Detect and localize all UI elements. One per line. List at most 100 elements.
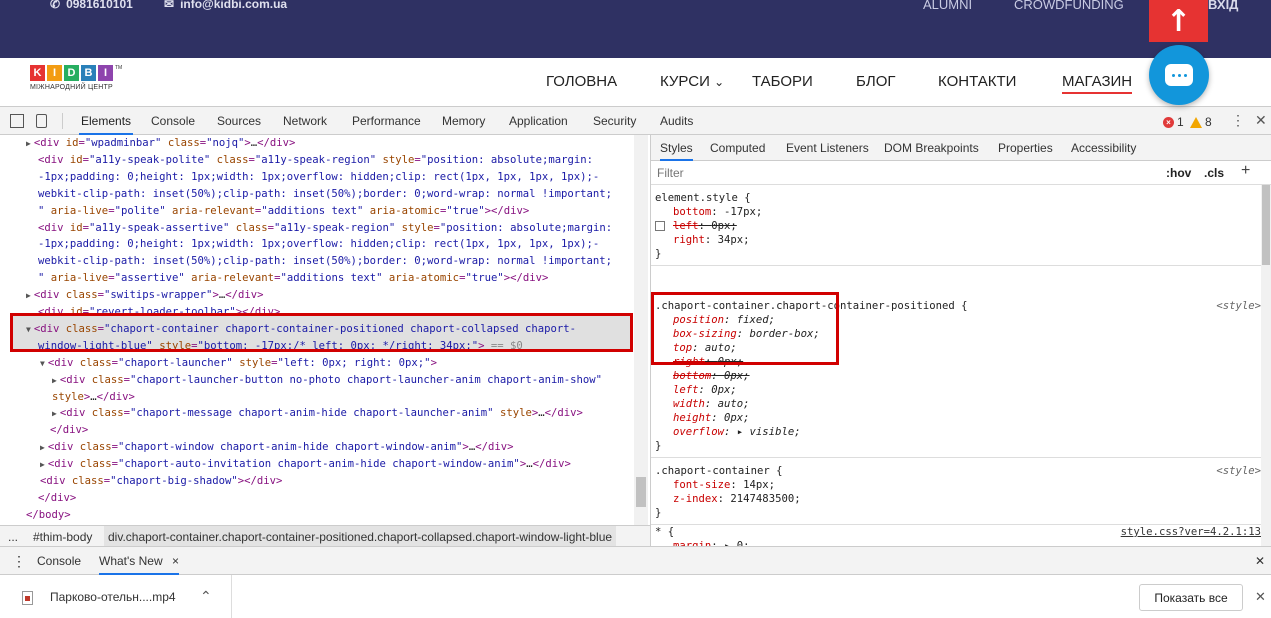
dom-node-line[interactable]: style>…</div>	[52, 389, 135, 406]
nav-courses[interactable]: КУРСИ ⌄	[660, 73, 724, 90]
top-link-login[interactable]: ВХІД	[1208, 0, 1238, 12]
drawer-tab-close-icon[interactable]: ×	[172, 554, 179, 568]
style-declaration[interactable]: width: auto;	[651, 397, 1261, 411]
dom-node-line[interactable]: </body>	[26, 507, 71, 524]
tab-performance[interactable]: Performance	[350, 107, 423, 135]
nav-home[interactable]: ГОЛОВНА	[546, 73, 617, 90]
dom-node-line[interactable]: ▶ <div class="chaport-message chaport-ani…	[52, 405, 583, 423]
style-declaration[interactable]: right: 34px;	[651, 233, 1261, 247]
style-declaration[interactable]: height: 0px;	[651, 411, 1261, 425]
elements-scrollbar[interactable]	[634, 135, 648, 525]
tab-audits[interactable]: Audits	[658, 107, 695, 135]
tab-memory[interactable]: Memory	[440, 107, 487, 135]
tab-security[interactable]: Security	[591, 107, 638, 135]
dom-node-line[interactable]: ▶ <div class="chaport-launcher-button no-…	[52, 372, 602, 390]
dom-node-line[interactable]: </div>	[50, 422, 88, 439]
tab-application[interactable]: Application	[507, 107, 570, 135]
add-rule-icon[interactable]: +	[1241, 162, 1250, 180]
chevron-up-icon[interactable]: ⌃	[200, 588, 212, 605]
property-value[interactable]: -17px;	[724, 206, 762, 218]
style-declaration[interactable]: font-size: 14px;	[651, 478, 1261, 492]
class-toggle[interactable]: .cls	[1204, 166, 1224, 180]
property-name[interactable]: left	[673, 220, 699, 232]
tab-styles[interactable]: Styles	[660, 135, 693, 161]
property-value[interactable]: 34px;	[718, 234, 750, 246]
chat-launcher-button[interactable]	[1149, 45, 1209, 105]
dom-node-line[interactable]: ▶ <div class="switips-wrapper">…</div>	[26, 287, 264, 305]
dom-node-line[interactable]: <div id="a11y-speak-polite" class="a11y-…	[38, 152, 593, 169]
property-name[interactable]: width	[673, 398, 705, 410]
breadcrumb-ellipsis[interactable]: ...	[8, 526, 18, 548]
tab-elements[interactable]: Elements	[79, 107, 134, 135]
tab-event-listeners[interactable]: Event Listeners	[786, 135, 869, 161]
breadcrumb-thim-body[interactable]: #thim-body	[33, 526, 92, 548]
top-link-alumni[interactable]: ALUMNI	[923, 0, 972, 12]
property-value[interactable]: 0px;	[724, 370, 750, 382]
expand-arrow-icon[interactable]: ▶	[26, 139, 31, 148]
dom-node-line[interactable]: ▶ <div class="chaport-auto-invitation cha…	[40, 456, 571, 474]
expand-arrow-icon[interactable]: ▶	[40, 460, 45, 469]
kidbi-logo[interactable]: K I D B I TM МІЖНАРОДНИЙ ЦЕНТР	[30, 65, 140, 99]
dom-node-line[interactable]: " aria-live="polite" aria-relevant="addi…	[38, 203, 529, 220]
rule-source-link[interactable]: style.css?ver=4.2.1:13	[1121, 525, 1261, 539]
download-item[interactable]: Парково-отельн....mp4 ⌃	[0, 575, 232, 618]
tab-network[interactable]: Network	[281, 107, 329, 135]
style-declaration[interactable]: bottom: -17px;	[651, 205, 1261, 219]
rule-selector[interactable]: .chaport-container {	[651, 464, 1261, 478]
rule-source-link[interactable]: <style>	[1216, 299, 1261, 313]
phone-contact[interactable]: ✆ 0981610101	[50, 0, 133, 11]
styles-filter-input[interactable]	[657, 165, 1157, 181]
warning-count-badge[interactable]: 8	[1190, 115, 1212, 129]
property-value[interactable]: 0px;	[711, 220, 737, 232]
style-declaration[interactable]: z-index: 2147483500;	[651, 492, 1261, 506]
dom-node-line[interactable]: </div>	[38, 490, 76, 507]
nav-blog[interactable]: БЛОГ	[856, 73, 895, 90]
tab-dom-breakpoints[interactable]: DOM Breakpoints	[884, 135, 979, 161]
styles-scrollbar[interactable]	[1261, 185, 1271, 547]
property-value[interactable]: 0px;	[724, 412, 750, 424]
property-name[interactable]: height	[673, 412, 711, 424]
property-value[interactable]: ▸ visible;	[737, 426, 801, 438]
property-name[interactable]: right	[673, 234, 705, 246]
close-drawer-icon[interactable]: ✕	[1255, 547, 1265, 575]
property-name[interactable]: overflow	[673, 426, 724, 438]
declaration-checkbox[interactable]	[655, 221, 665, 231]
expand-arrow-icon[interactable]: ▶	[26, 291, 31, 300]
more-options-icon[interactable]: ⋮	[1231, 112, 1245, 129]
drawer-tab-whats-new[interactable]: What's New ×	[99, 547, 179, 575]
property-name[interactable]: left	[673, 384, 699, 396]
dom-node-line[interactable]: <div id="a11y-speak-assertive" class="a1…	[38, 220, 612, 237]
property-name[interactable]: font-size	[673, 479, 730, 491]
expand-arrow-icon[interactable]: ▼	[40, 359, 45, 368]
tab-computed[interactable]: Computed	[710, 135, 765, 161]
breadcrumb-chaport-container[interactable]: div.chaport-container.chaport-container-…	[104, 526, 617, 548]
style-declaration[interactable]: left: 0px;	[651, 383, 1261, 397]
dom-node-line[interactable]: <div class="chaport-big-shadow"></div>	[40, 473, 282, 490]
tab-accessibility[interactable]: Accessibility	[1071, 135, 1136, 161]
expand-arrow-icon[interactable]: ▶	[52, 376, 57, 385]
dom-node-line[interactable]: " aria-live="assertive" aria-relevant="a…	[38, 270, 548, 287]
scroll-top-button[interactable]: ↑	[1149, 0, 1208, 42]
property-name[interactable]: bottom	[673, 370, 711, 382]
email-contact[interactable]: ✉ info@kidbi.com.ua	[164, 0, 287, 11]
show-all-downloads-button[interactable]: Показать все	[1139, 584, 1243, 611]
nav-camps[interactable]: ТАБОРИ	[752, 73, 813, 90]
dom-node-line[interactable]: webkit-clip-path: inset(50%);clip-path: …	[38, 253, 612, 270]
top-link-crowdfunding[interactable]: CROWDFUNDING	[1014, 0, 1124, 12]
expand-arrow-icon[interactable]: ▶	[40, 443, 45, 452]
close-downloads-icon[interactable]: ✕	[1255, 589, 1266, 605]
property-value[interactable]: 14px;	[743, 479, 775, 491]
dom-node-line[interactable]: ▶ <div id="wpadminbar" class="nojq">…</di…	[26, 135, 295, 153]
tab-properties[interactable]: Properties	[998, 135, 1053, 161]
dom-node-line[interactable]: -1px;padding: 0;height: 1px;width: 1px;o…	[38, 169, 599, 186]
inspect-element-icon[interactable]	[10, 114, 24, 128]
drawer-more-icon[interactable]: ⋮	[12, 547, 26, 575]
dom-node-line[interactable]: webkit-clip-path: inset(50%);clip-path: …	[38, 186, 612, 203]
drawer-tab-console[interactable]: Console	[37, 547, 81, 575]
property-value[interactable]: 0px;	[711, 384, 737, 396]
property-name[interactable]: bottom	[673, 206, 711, 218]
rule-selector[interactable]: element.style {	[651, 191, 1261, 205]
property-name[interactable]: z-index	[673, 493, 718, 505]
expand-arrow-icon[interactable]: ▶	[52, 409, 57, 418]
dom-node-line[interactable]: -1px;padding: 0;height: 1px;width: 1px;o…	[38, 236, 599, 253]
